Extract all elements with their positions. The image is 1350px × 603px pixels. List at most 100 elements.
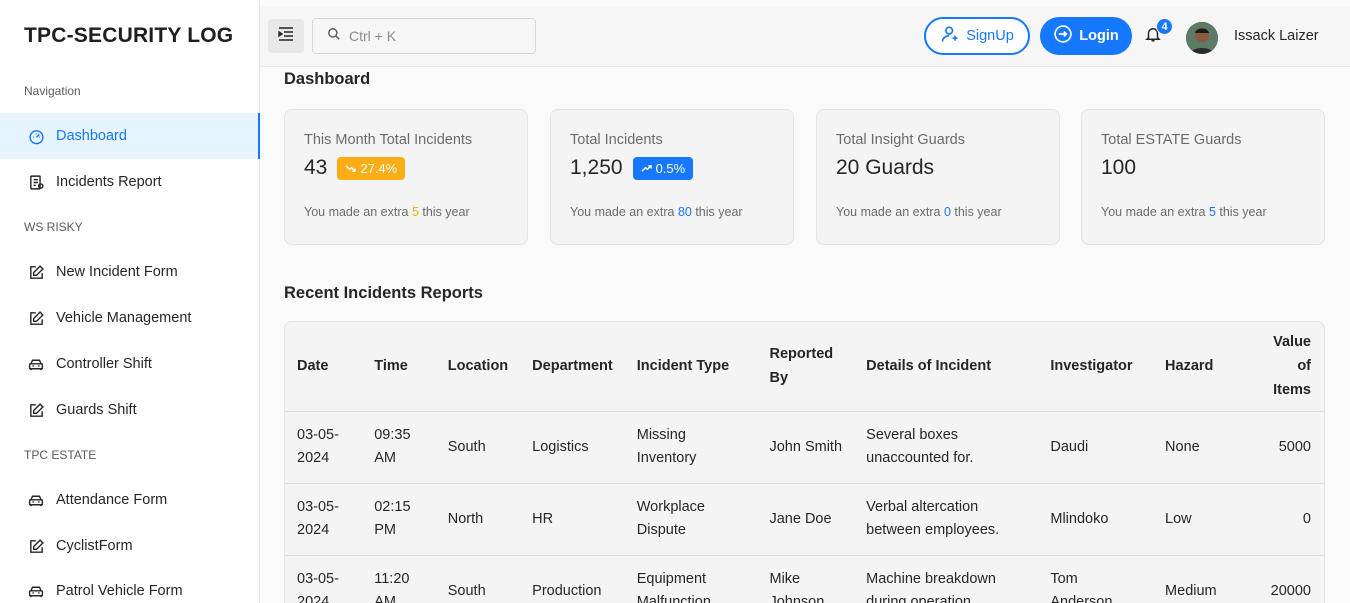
stat-footnote: You made an extra 80 this year xyxy=(570,205,743,219)
column-header[interactable]: Time xyxy=(362,322,436,412)
stat-label: This Month Total Incidents xyxy=(304,132,473,148)
sidebar-item-vehicle-management[interactable]: Vehicle Management xyxy=(0,295,259,341)
table-cell: Missing Inventory xyxy=(624,411,758,484)
table-cell: 03-05-2024 xyxy=(285,483,363,556)
column-header[interactable]: Details of Incident xyxy=(854,322,1039,412)
section-title: Recent Incidents Reports xyxy=(284,284,483,302)
sidebar-item-patrol-vehicle-form[interactable]: Patrol Vehicle Form xyxy=(0,568,259,603)
column-header[interactable]: Department xyxy=(520,322,625,412)
sidebar-item-dashboard[interactable]: Dashboard xyxy=(0,113,260,159)
footnote-suffix: this year xyxy=(691,205,743,219)
column-header[interactable]: Hazard xyxy=(1153,322,1244,412)
avatar[interactable] xyxy=(1186,22,1218,54)
trend-down-icon xyxy=(345,161,357,176)
stat-footnote: You made an extra 5 this year xyxy=(1101,205,1267,219)
stat-footnote: You made an extra 0 this year xyxy=(836,205,1002,219)
menu-fold-icon xyxy=(278,26,294,46)
table-row[interactable]: 03-05-2024 02:15 PM North HR Workplace D… xyxy=(285,483,1324,556)
signup-button[interactable]: SignUp xyxy=(924,17,1030,55)
notification-badge: 4 xyxy=(1156,18,1173,35)
login-button[interactable]: Login xyxy=(1040,17,1132,55)
table-cell: 09:35 AM xyxy=(362,411,436,484)
sidebar-item-label: Incidents Report xyxy=(56,174,162,190)
table-cell: 11:20 AM xyxy=(362,555,436,603)
footnote-number: 5 xyxy=(411,205,419,219)
table-cell: South xyxy=(435,555,521,603)
stat-value: 100 xyxy=(1101,156,1137,179)
incidents-table-container: Date Time Location Department Incident T… xyxy=(284,321,1325,603)
top-bar: SignUp Login 4 Issack Laizer xyxy=(260,6,1350,67)
table-cell: 20000 xyxy=(1243,555,1324,603)
sidebar-item-guards-shift[interactable]: Guards Shift xyxy=(0,387,259,433)
sidebar-item-label: CyclistForm xyxy=(56,538,133,554)
stat-value: 43 xyxy=(304,156,328,179)
column-header[interactable]: Location xyxy=(435,322,521,412)
table-cell: North xyxy=(435,483,521,556)
stat-footnote: You made an extra 5 this year xyxy=(304,205,470,219)
search-box[interactable] xyxy=(312,18,536,54)
nav-caption-ws-risky: WS RISKY xyxy=(24,220,83,234)
footnote-number: 5 xyxy=(1208,205,1216,219)
sidebar-item-controller-shift[interactable]: Controller Shift xyxy=(0,341,259,387)
table-row[interactable]: 03-05-2024 09:35 AM South Logistics Miss… xyxy=(285,411,1324,484)
table-cell: Low xyxy=(1153,483,1244,556)
sidebar-item-label: Attendance Form xyxy=(56,492,168,508)
column-header[interactable]: Incident Type xyxy=(624,322,758,412)
edit-icon xyxy=(26,400,46,420)
column-header[interactable]: Investigator xyxy=(1038,322,1154,412)
sidebar-item-incidents-report[interactable]: Incidents Report xyxy=(0,159,259,205)
footnote-suffix: this year xyxy=(950,205,1002,219)
table-cell: HR xyxy=(520,483,625,556)
table-row[interactable]: 03-05-2024 11:20 AM South Production Equ… xyxy=(285,555,1324,603)
trend-chip: 27.4% xyxy=(337,156,406,180)
login-label: Login xyxy=(1079,28,1119,44)
stat-label: Total Incidents xyxy=(570,132,663,148)
column-header[interactable]: Date xyxy=(285,322,363,412)
edit-icon xyxy=(26,262,46,282)
footnote-prefix: You made an extra xyxy=(836,205,944,219)
table-cell: Workplace Dispute xyxy=(624,483,758,556)
login-icon xyxy=(1053,24,1073,48)
table-cell: 5000 xyxy=(1243,411,1324,484)
table-header-row: Date Time Location Department Incident T… xyxy=(285,322,1324,412)
sidebar-item-new-incident-form[interactable]: New Incident Form xyxy=(0,249,259,295)
table-cell: 03-05-2024 xyxy=(285,555,363,603)
stat-value: 1,250 xyxy=(570,156,623,179)
sidebar-item-attendance-form[interactable]: Attendance Form xyxy=(0,477,259,523)
search-input[interactable] xyxy=(349,28,519,44)
sidebar-item-label: Guards Shift xyxy=(56,402,137,418)
table-cell: Jane Doe xyxy=(757,483,855,556)
trend-chip: 0.5% xyxy=(632,156,694,180)
footnote-prefix: You made an extra xyxy=(570,205,678,219)
nav-caption-tpc-estate: TPC ESTATE xyxy=(24,448,97,462)
column-header[interactable]: Reported By xyxy=(757,322,855,412)
table-cell: South xyxy=(435,411,521,484)
table-cell: Several boxes unaccounted for. xyxy=(854,411,1039,484)
table-cell: John Smith xyxy=(757,411,855,484)
user-name[interactable]: Issack Laizer xyxy=(1234,28,1319,44)
table-cell: 03-05-2024 xyxy=(285,411,363,484)
notifications-button[interactable]: 4 xyxy=(1144,18,1173,48)
table-cell: Mlindoko xyxy=(1038,483,1154,556)
stat-card: Total Insight Guards 20 Guards You made … xyxy=(816,109,1060,245)
footnote-number: 80 xyxy=(677,205,692,219)
table-cell: 02:15 PM xyxy=(362,483,436,556)
car-icon xyxy=(26,354,46,374)
table-cell: 0 xyxy=(1243,483,1324,556)
table-cell: None xyxy=(1153,411,1244,484)
sidebar-item-cyclistform[interactable]: CyclistForm xyxy=(0,523,259,569)
menu-toggle-button[interactable] xyxy=(268,19,304,53)
table-cell: Machine breakdown during operation xyxy=(854,555,1039,603)
stat-card: Total Incidents 1,250 0.5% You made an e… xyxy=(550,109,794,245)
footnote-prefix: You made an extra xyxy=(1101,205,1209,219)
column-header[interactable]: Value of Items xyxy=(1243,322,1324,412)
trend-up-icon xyxy=(641,161,652,176)
table-cell: Logistics xyxy=(520,411,625,484)
stat-label: Total Insight Guards xyxy=(836,132,965,148)
trend-value: 0.5% xyxy=(655,160,686,176)
table-cell: Mike Johnson xyxy=(757,555,855,603)
dashboard-icon xyxy=(26,126,46,146)
sidebar-item-label: New Incident Form xyxy=(56,264,178,280)
stat-label: Total ESTATE Guards xyxy=(1101,132,1242,148)
stat-card: This Month Total Incidents 43 27.4% You … xyxy=(284,109,528,245)
